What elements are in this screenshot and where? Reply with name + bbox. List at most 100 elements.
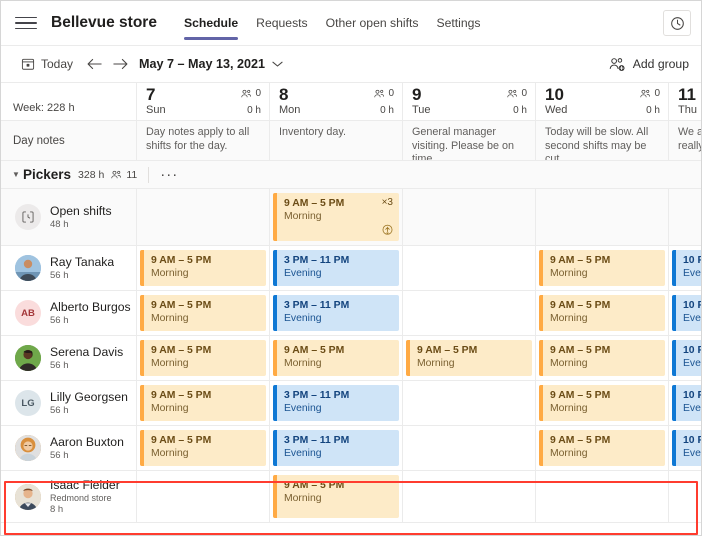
shift-cell-ray-tanaka-mon[interactable]: 3 PM – 11 PM Evening <box>270 246 403 290</box>
row-name-cell[interactable]: Aaron Buxton 56 h <box>1 426 137 470</box>
history-clock-button[interactable] <box>663 10 691 36</box>
row-name-cell[interactable]: Open shifts 48 h <box>1 189 137 245</box>
shift-card[interactable]: 9 AM – 5 PM Morning <box>539 385 665 421</box>
shift-cell-open-shifts-tue[interactable] <box>403 189 536 245</box>
shift-card[interactable]: 3 PM – 11 PM Evening <box>273 250 399 286</box>
shift-label: Morning <box>151 313 189 324</box>
tab-other-open-shifts[interactable]: Other open shifts <box>317 1 428 46</box>
shift-card[interactable]: 10 PM – 6 AM Evening <box>672 340 701 376</box>
shift-card[interactable]: 9 AM – 5 PM Morning <box>273 340 399 376</box>
add-group-button[interactable]: Add group <box>609 57 689 72</box>
shift-cell-serena-davis-mon[interactable]: 9 AM – 5 PM Morning <box>270 336 403 380</box>
shift-card[interactable]: 9 AM – 5 PM Morning <box>539 250 665 286</box>
day-note-wed[interactable]: Today will be slow. All second shifts ma… <box>536 121 669 160</box>
shift-cell-isaac-fielder-sun[interactable] <box>137 471 270 522</box>
add-group-icon <box>609 57 625 71</box>
day-note-tue[interactable]: General manager visiting. Please be on t… <box>403 121 536 160</box>
shift-card[interactable]: 9 AM – 5 PM Morning <box>406 340 532 376</box>
shift-cell-alberto-burgos-wed[interactable]: 9 AM – 5 PM Morning <box>536 291 669 335</box>
shift-cell-ray-tanaka-tue[interactable] <box>403 246 536 290</box>
hamburger-icon[interactable] <box>15 12 37 34</box>
shift-cell-lilly-georgsen-sun[interactable]: 9 AM – 5 PM Morning <box>137 381 270 425</box>
today-button[interactable]: Today <box>21 57 73 71</box>
shift-cell-isaac-fielder-wed[interactable] <box>536 471 669 522</box>
shift-cell-isaac-fielder-mon[interactable]: 9 AM – 5 PM Morning <box>270 471 403 522</box>
shift-card[interactable]: 9 AM – 5 PM Morning <box>140 385 266 421</box>
shift-cell-lilly-georgsen-wed[interactable]: 9 AM – 5 PM Morning <box>536 381 669 425</box>
shift-cell-serena-davis-wed[interactable]: 9 AM – 5 PM Morning <box>536 336 669 380</box>
shift-card[interactable]: 9 AM – 5 PM Morning <box>140 295 266 331</box>
shift-cell-serena-davis-thu[interactable]: 10 PM – 6 AM Evening <box>669 336 701 380</box>
shift-cell-aaron-buxton-tue[interactable] <box>403 426 536 470</box>
day-header-thu[interactable]: 11 Thu <box>669 83 701 120</box>
shift-card[interactable]: 9 AM – 5 PM Morning <box>140 430 266 466</box>
day-note-thu[interactable]: We are expectin be really busy. <box>669 121 701 160</box>
shift-time: 9 AM – 5 PM <box>284 345 345 356</box>
row-name-cell[interactable]: Ray Tanaka 56 h <box>1 246 137 290</box>
tab-schedule[interactable]: Schedule <box>175 1 247 46</box>
date-range-picker[interactable]: May 7 – May 13, 2021 <box>139 57 283 71</box>
day-header-tue[interactable]: 9 Tue 0 0 h <box>403 83 536 120</box>
shift-cell-open-shifts-thu[interactable] <box>669 189 701 245</box>
shift-cell-open-shifts-sun[interactable] <box>137 189 270 245</box>
day-people-count: 0 <box>507 88 527 99</box>
shift-card[interactable]: 3 PM – 11 PM Evening <box>273 385 399 421</box>
shift-cell-alberto-burgos-thu[interactable]: 10 PM – 6 AM Evening <box>669 291 701 335</box>
caret-down-icon[interactable]: ▼ <box>9 170 23 179</box>
shift-card[interactable]: 10 PM – 6 AM Evening <box>672 430 701 466</box>
group-hours: 328 h <box>78 168 105 181</box>
tab-settings[interactable]: Settings <box>427 1 489 46</box>
shift-card[interactable]: 9 AM – 5 PM Morning <box>140 250 266 286</box>
shift-cell-alberto-burgos-tue[interactable] <box>403 291 536 335</box>
shift-cell-lilly-georgsen-thu[interactable]: 10 PM – 6 AM Evening <box>669 381 701 425</box>
shift-cell-ray-tanaka-wed[interactable]: 9 AM – 5 PM Morning <box>536 246 669 290</box>
next-week-button[interactable] <box>107 52 133 76</box>
shift-cell-aaron-buxton-sun[interactable]: 9 AM – 5 PM Morning <box>137 426 270 470</box>
shift-card[interactable]: 9 AM – 5 PM Morning <box>539 430 665 466</box>
shift-card[interactable]: 10 PM – 6 AM Evening <box>672 385 701 421</box>
group-more-options-button[interactable]: ··· <box>160 167 178 182</box>
row-name-cell[interactable]: LG Lilly Georgsen 56 h <box>1 381 137 425</box>
shift-card[interactable]: 9 AM – 5 PM Morning <box>273 475 399 518</box>
tab-settings-label: Settings <box>436 16 481 30</box>
shift-cell-aaron-buxton-thu[interactable]: 10 PM – 6 AM Evening <box>669 426 701 470</box>
shift-cell-isaac-fielder-tue[interactable] <box>403 471 536 522</box>
day-name: Thu <box>678 104 697 116</box>
shift-cell-ray-tanaka-thu[interactable]: 10 PM – 6 AM Evening <box>669 246 701 290</box>
tab-requests[interactable]: Requests <box>247 1 317 46</box>
shift-card[interactable]: 10 PM – 6 AM Evening <box>672 295 701 331</box>
shift-cell-lilly-georgsen-tue[interactable] <box>403 381 536 425</box>
day-header-sun[interactable]: 7 Sun 0 0 h <box>137 83 270 120</box>
shift-card[interactable]: 10 PM – 6 AM Evening <box>672 250 701 286</box>
shift-cell-aaron-buxton-wed[interactable]: 9 AM – 5 PM Morning <box>536 426 669 470</box>
shift-cell-ray-tanaka-sun[interactable]: 9 AM – 5 PM Morning <box>137 246 270 290</box>
day-number: 11 <box>678 85 696 104</box>
day-header-wed[interactable]: 10 Wed 0 0 h <box>536 83 669 120</box>
shift-card[interactable]: 3 PM – 11 PM Evening <box>273 430 399 466</box>
shift-cell-open-shifts-wed[interactable] <box>536 189 669 245</box>
schedule-toolbar: Today May 7 – May 13, 2021 Add group <box>1 46 701 83</box>
shift-card[interactable]: 3 PM – 11 PM Evening <box>273 295 399 331</box>
row-name-cell[interactable]: Isaac Fielder Redmond store 8 h <box>1 471 137 522</box>
day-note-text: Inventory day. <box>279 126 347 138</box>
people-icon <box>640 89 651 97</box>
shift-cell-aaron-buxton-mon[interactable]: 3 PM – 11 PM Evening <box>270 426 403 470</box>
shift-cell-serena-davis-sun[interactable]: 9 AM – 5 PM Morning <box>137 336 270 380</box>
shift-card[interactable]: 9 AM – 5 PM Morning ×3 <box>273 193 399 241</box>
shift-cell-isaac-fielder-thu[interactable] <box>669 471 701 522</box>
shift-cell-alberto-burgos-mon[interactable]: 3 PM – 11 PM Evening <box>270 291 403 335</box>
shift-card[interactable]: 9 AM – 5 PM Morning <box>539 340 665 376</box>
shift-cell-lilly-georgsen-mon[interactable]: 3 PM – 11 PM Evening <box>270 381 403 425</box>
day-note-sun[interactable]: Day notes apply to all shifts for the da… <box>137 121 270 160</box>
row-name-cell[interactable]: Serena Davis 56 h <box>1 336 137 380</box>
day-header-mon[interactable]: 8 Mon 0 0 h <box>270 83 403 120</box>
shift-cell-serena-davis-tue[interactable]: 9 AM – 5 PM Morning <box>403 336 536 380</box>
previous-week-button[interactable] <box>81 52 107 76</box>
day-note-mon[interactable]: Inventory day. <box>270 121 403 160</box>
date-range-label: May 7 – May 13, 2021 <box>139 57 266 71</box>
shift-card[interactable]: 9 AM – 5 PM Morning <box>539 295 665 331</box>
row-name-cell[interactable]: AB Alberto Burgos 56 h <box>1 291 137 335</box>
shift-cell-alberto-burgos-sun[interactable]: 9 AM – 5 PM Morning <box>137 291 270 335</box>
shift-card[interactable]: 9 AM – 5 PM Morning <box>140 340 266 376</box>
shift-cell-open-shifts-mon[interactable]: 9 AM – 5 PM Morning ×3 <box>270 189 403 245</box>
